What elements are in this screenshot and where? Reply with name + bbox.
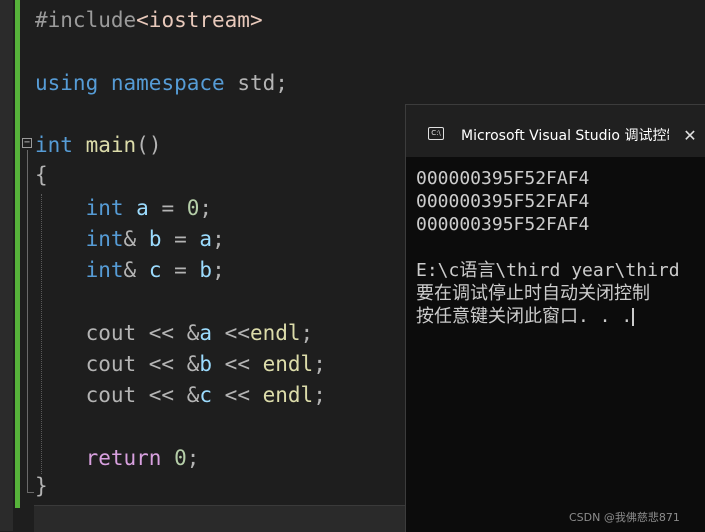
console-app-icon: C:\ bbox=[428, 127, 444, 140]
code-token: endl bbox=[249, 321, 301, 345]
change-tracking-bar bbox=[15, 0, 20, 508]
output-line-prompt: 按任意键关闭此窗口. . . bbox=[416, 305, 705, 328]
code-token: c bbox=[199, 383, 213, 407]
code-token: #include bbox=[35, 8, 137, 32]
code-token: cout << & bbox=[35, 383, 200, 407]
output-line: 000000395F52FAF4 bbox=[416, 191, 590, 212]
code-line-using[interactable]: using namespace std; bbox=[35, 71, 288, 95]
code-token: = bbox=[161, 227, 200, 251]
code-token: 0 bbox=[174, 446, 187, 470]
output-line: 000000395F52FAF4 bbox=[416, 168, 590, 189]
code-token: endl bbox=[262, 383, 314, 407]
code-token: std; bbox=[224, 71, 288, 95]
code-token: int bbox=[85, 258, 124, 282]
output-line: E:\c语言\third year\third bbox=[416, 260, 680, 281]
collapse-icon[interactable]: − bbox=[22, 138, 32, 148]
code-token: int bbox=[35, 133, 73, 157]
code-token: ; bbox=[212, 227, 225, 251]
code-token: << bbox=[212, 321, 250, 345]
code-token: b bbox=[148, 227, 162, 251]
code-token: <iostream> bbox=[136, 8, 263, 32]
code-token: c bbox=[148, 258, 162, 282]
code-line-int-c[interactable]: int& c = b; bbox=[35, 258, 225, 282]
code-token: int bbox=[85, 196, 124, 220]
code-token: ; bbox=[199, 196, 213, 220]
code-line-cout-b[interactable]: cout << &b << endl; bbox=[35, 352, 326, 376]
console-title: Microsoft Visual Studio 调试控制台 bbox=[461, 128, 669, 144]
code-token: return bbox=[85, 446, 162, 470]
code-token: & bbox=[123, 227, 149, 251]
code-line-int-b[interactable]: int& b = a; bbox=[35, 227, 225, 251]
code-token: = bbox=[161, 258, 200, 282]
code-token: cout << & bbox=[35, 352, 200, 376]
code-token: ; bbox=[300, 321, 314, 345]
code-line-main[interactable]: int main() bbox=[35, 133, 161, 157]
code-line-int-a[interactable]: int a = 0; bbox=[35, 196, 213, 220]
code-token: ; bbox=[212, 258, 225, 282]
text-cursor bbox=[632, 308, 635, 326]
code-token: 0 bbox=[186, 196, 200, 220]
editor-margin bbox=[0, 0, 13, 531]
code-token: & bbox=[123, 258, 149, 282]
code-token: () bbox=[136, 133, 162, 157]
watermark: CSDN @我佛慈悲871 bbox=[569, 511, 680, 524]
code-token: } bbox=[35, 474, 48, 498]
code-token: using bbox=[35, 71, 99, 95]
code-token: a bbox=[199, 227, 213, 251]
code-token: a bbox=[199, 321, 213, 345]
code-token: namespace bbox=[110, 71, 225, 95]
debug-console-window[interactable]: C:\ Microsoft Visual Studio 调试控制台 ✕ 0000… bbox=[405, 104, 705, 532]
code-token: ; bbox=[186, 446, 200, 470]
code-line-close-brace[interactable]: } bbox=[35, 474, 48, 498]
code-token: a bbox=[136, 196, 149, 220]
fold-guide-line bbox=[27, 150, 28, 493]
code-token: << bbox=[212, 352, 263, 376]
code-token: = bbox=[148, 196, 187, 220]
output-line: 要在调试停止时自动关闭控制 bbox=[416, 283, 650, 304]
code-token: endl bbox=[262, 352, 314, 376]
close-icon[interactable]: ✕ bbox=[676, 123, 704, 149]
code-token: { bbox=[35, 163, 48, 187]
code-line-cout-a[interactable]: cout << &a <<endl; bbox=[35, 321, 314, 345]
code-token: ; bbox=[313, 383, 326, 407]
fold-guide-end bbox=[27, 492, 34, 493]
code-token: b bbox=[199, 258, 213, 282]
output-line: 000000395F52FAF4 bbox=[416, 214, 590, 235]
code-token: main bbox=[85, 133, 137, 157]
console-titlebar[interactable]: C:\ Microsoft Visual Studio 调试控制台 ✕ bbox=[406, 105, 705, 157]
code-line-return[interactable]: return 0; bbox=[35, 446, 200, 470]
code-line-open-brace[interactable]: { bbox=[35, 163, 48, 187]
code-token: ; bbox=[313, 352, 326, 376]
code-token: int bbox=[85, 227, 124, 251]
console-output: 000000395F52FAF4 000000395F52FAF4 000000… bbox=[416, 167, 705, 467]
horizontal-scrollbar[interactable] bbox=[34, 505, 405, 532]
code-line-include[interactable]: #include<iostream> bbox=[35, 8, 263, 32]
code-token: cout << & bbox=[35, 321, 200, 345]
code-line-cout-c[interactable]: cout << &c << endl; bbox=[35, 383, 326, 407]
prompt-text: 按任意键关闭此窗口. . . bbox=[416, 306, 633, 327]
code-token: b bbox=[199, 352, 213, 376]
code-token: << bbox=[212, 383, 263, 407]
